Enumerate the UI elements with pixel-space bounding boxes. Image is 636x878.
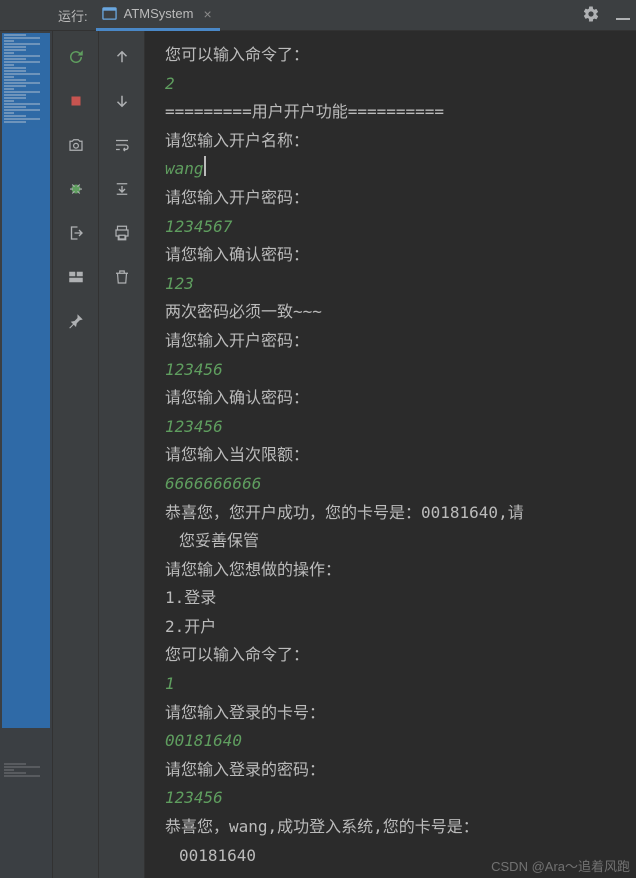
run-toolbar-right (99, 31, 145, 878)
rerun-button[interactable] (64, 45, 88, 69)
console-output-line: 恭喜您，您开户成功，您的卡号是：00181640,请 (165, 499, 636, 528)
console-output-line: 您可以输入命令了： (165, 41, 636, 70)
console-input-line: 00181640 (165, 727, 636, 756)
console-input-line: wang (165, 155, 636, 184)
stop-button[interactable] (64, 89, 88, 113)
console-output-line: 请您输入开户名称： (165, 127, 636, 156)
console-output-line: =========用户开户功能========== (165, 98, 636, 127)
run-toolbar-left (53, 31, 99, 878)
run-tool-window-header: 运行: ATMSystem × (0, 0, 636, 31)
print-icon[interactable] (110, 221, 134, 245)
trash-icon[interactable] (110, 265, 134, 289)
run-label: 运行: (58, 6, 88, 25)
up-arrow-icon[interactable] (110, 45, 134, 69)
console-output-line: 2.开户 (165, 613, 636, 642)
console-output-line: 请您输入开户密码： (165, 184, 636, 213)
console-output-line: 请您输入当次限额： (165, 441, 636, 470)
camera-icon[interactable] (64, 133, 88, 157)
console-input-line: 123456 (165, 413, 636, 442)
console-output-line: 请您输入登录的卡号： (165, 699, 636, 728)
console-output-line: 请您输入您想做的操作： (165, 556, 636, 585)
console-output-line: 两次密码必须一致~~~ (165, 298, 636, 327)
text-cursor (204, 156, 206, 176)
console-output-line: 请您输入开户密码： (165, 327, 636, 356)
minimize-icon[interactable] (616, 10, 630, 20)
console-input-line: 2 (165, 70, 636, 99)
console-input-line: 123456 (165, 784, 636, 813)
console-output[interactable]: 您可以输入命令了：2=========用户开户功能==========请您输入开… (145, 31, 636, 878)
console-input-line: 6666666666 (165, 470, 636, 499)
debug-icon[interactable] (64, 177, 88, 201)
console-input-line: 1234567 (165, 213, 636, 242)
soft-wrap-icon[interactable] (110, 133, 134, 157)
tab-title: ATMSystem (124, 6, 194, 21)
console-input-line: 1 (165, 670, 636, 699)
down-arrow-icon[interactable] (110, 89, 134, 113)
console-output-line: 1.登录 (165, 584, 636, 613)
run-tab[interactable]: ATMSystem × (96, 0, 220, 31)
close-icon[interactable]: × (203, 6, 211, 22)
pin-icon[interactable] (64, 309, 88, 333)
console-output-line: 您妥善保管 (165, 527, 636, 556)
console-output-line: 请您输入登录的密码： (165, 756, 636, 785)
console-output-line: 请您输入确认密码： (165, 241, 636, 270)
gear-icon[interactable] (582, 5, 600, 26)
console-output-line: 请您输入确认密码： (165, 384, 636, 413)
console-output-line: 恭喜您，wang,成功登入系统,您的卡号是： (165, 813, 636, 842)
console-output-line: 您可以输入命令了： (165, 641, 636, 670)
exit-icon[interactable] (64, 221, 88, 245)
console-input-line: 123 (165, 270, 636, 299)
watermark: CSDN @Ara～追着风跑 (491, 856, 630, 875)
console-input-line: 123456 (165, 356, 636, 385)
scroll-to-end-icon[interactable] (110, 177, 134, 201)
code-minimap[interactable] (0, 31, 53, 878)
app-icon (102, 6, 118, 22)
layout-icon[interactable] (64, 265, 88, 289)
